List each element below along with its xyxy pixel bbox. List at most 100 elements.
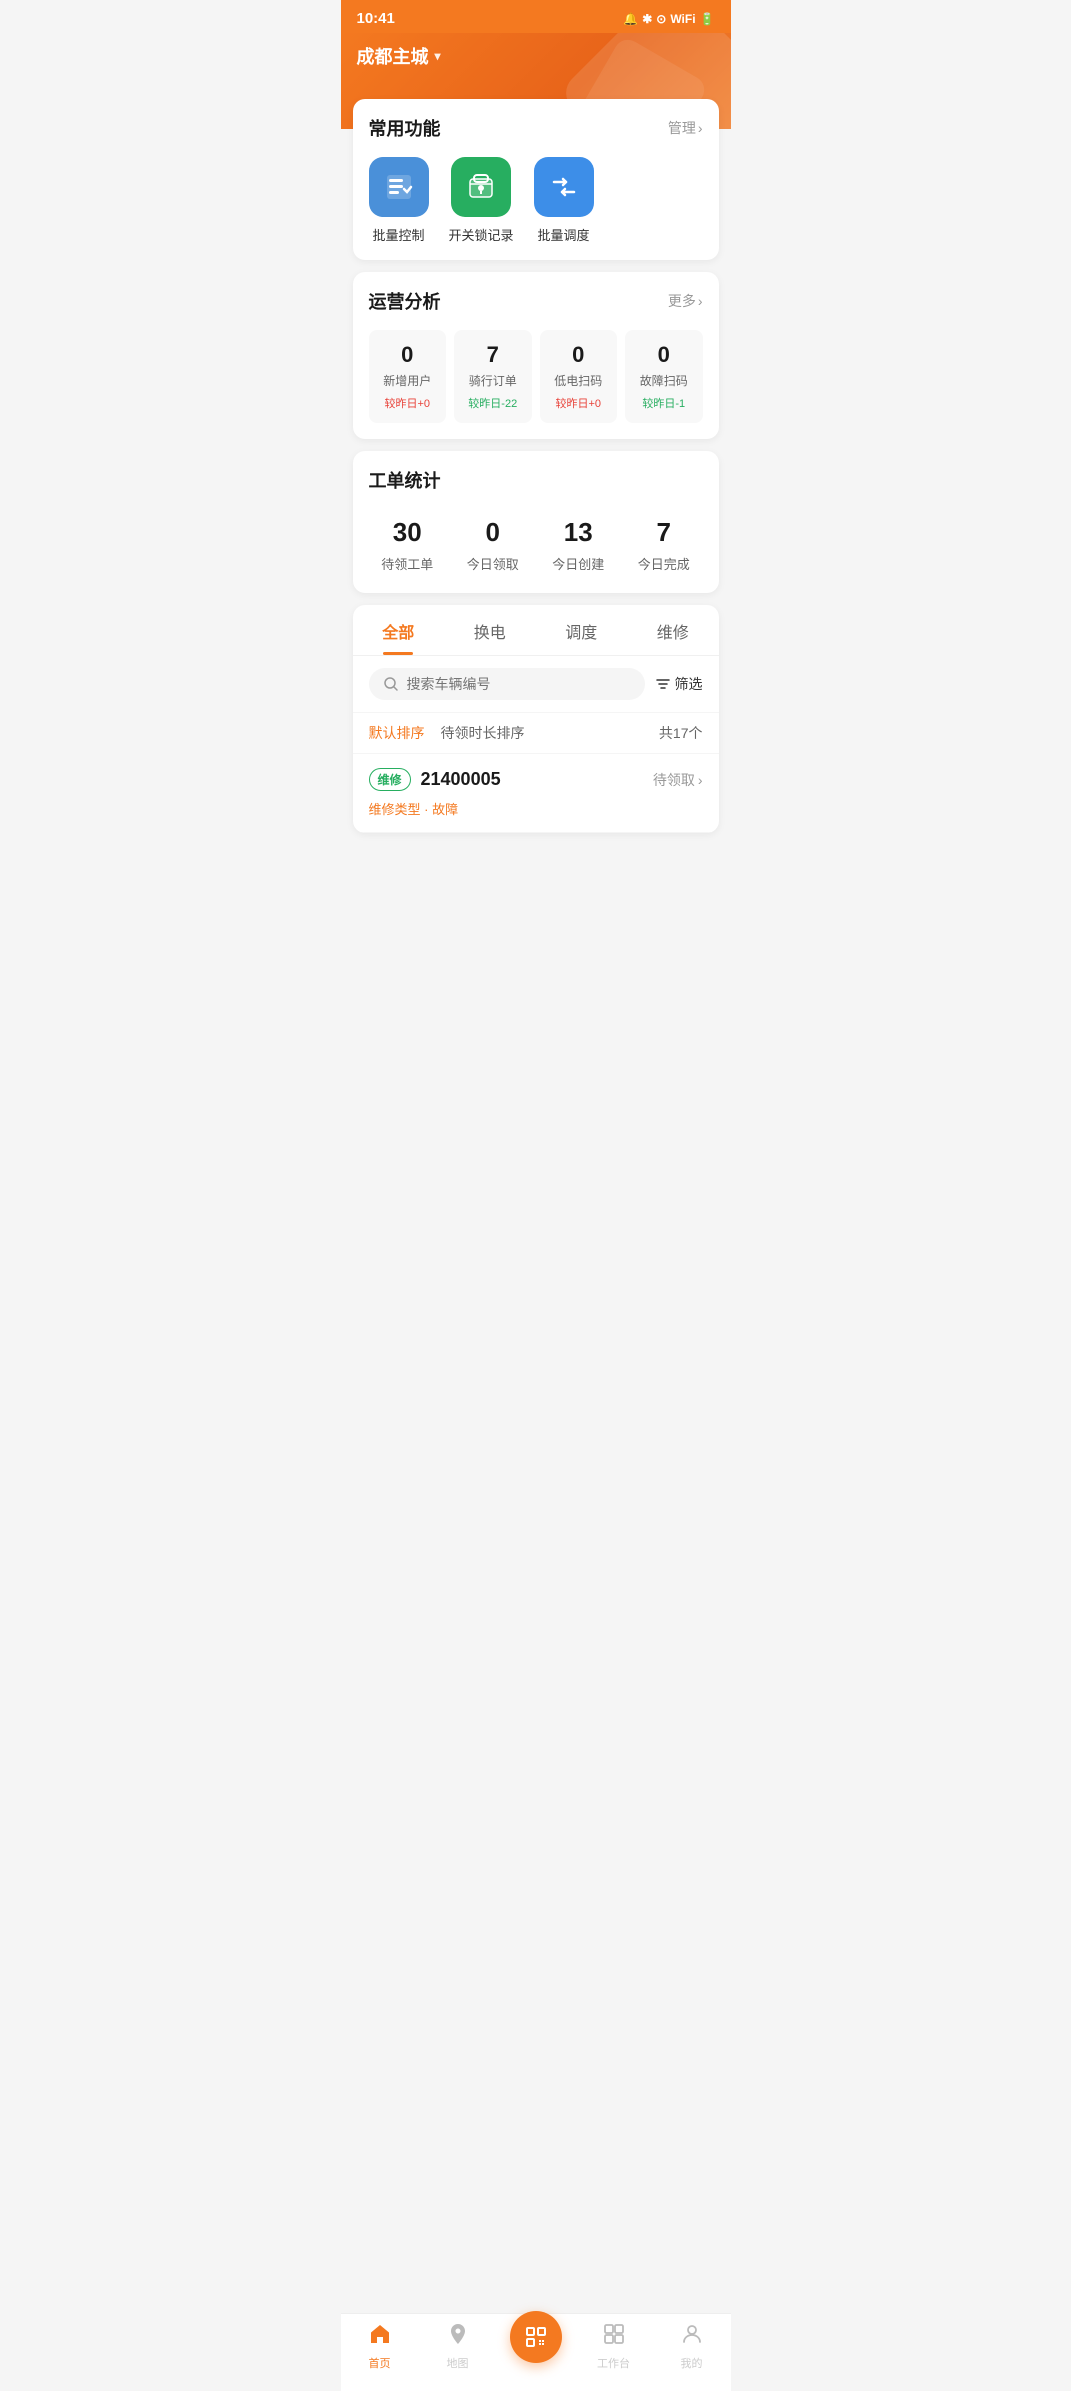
status-bar: 10:41 🔔 ✱ ⊙ WiFi 🔋 [341, 0, 731, 33]
work-order-stats-card: 工单统计 30 待领工单 0 今日领取 13 今日创建 7 今日完成 [353, 451, 719, 593]
wo-id: 21400005 [421, 769, 501, 790]
ops-more-button[interactable]: 更多 › [668, 291, 703, 311]
tab-battery[interactable]: 换电 [444, 605, 536, 655]
wo-today-received-label: 今日领取 [454, 554, 532, 573]
stat-low-battery-scan[interactable]: 0 低电扫码 较昨日+0 [540, 330, 618, 423]
nav-map-label: 地图 [447, 2355, 469, 2371]
stat-new-users-value: 0 [377, 342, 439, 368]
work-order-list-section: 全部 换电 调度 维修 筛选 [353, 605, 719, 833]
wo-pending-value: 30 [369, 517, 447, 548]
ops-title: 运营分析 [369, 288, 441, 314]
stat-low-battery-label: 低电扫码 [548, 372, 610, 389]
batch-dispatch-label: 批量调度 [538, 225, 590, 244]
wo-status: 待领取 › [653, 770, 703, 790]
func-grid: 批量控制 开关锁记录 [369, 157, 703, 244]
nav-mine[interactable]: 我的 [653, 2322, 731, 2371]
nav-mine-label: 我的 [681, 2355, 703, 2371]
wo-item-left: 维修 21400005 [369, 768, 501, 791]
wo-detail-value: 故障 [432, 802, 458, 817]
func-item-lock-record[interactable]: 开关锁记录 [449, 157, 514, 244]
wo-badge: 维修 [369, 768, 411, 791]
scan-button[interactable] [510, 2311, 562, 2363]
stat-low-battery-value: 0 [548, 342, 610, 368]
common-functions-card: 常用功能 管理 › 批量控制 [353, 99, 719, 260]
func-item-batch-control[interactable]: 批量控制 [369, 157, 429, 244]
stat-low-battery-change: 较昨日+0 [548, 395, 610, 411]
tabs-row: 全部 换电 调度 维修 [353, 605, 719, 656]
search-input-wrap[interactable] [369, 668, 645, 700]
ops-header: 运营分析 更多 › [369, 288, 703, 314]
common-functions-title: 常用功能 [369, 115, 441, 141]
manage-button[interactable]: 管理 › [668, 118, 703, 138]
search-icon [383, 676, 399, 692]
wo-detail: 维修类型 · 故障 [369, 799, 703, 818]
wo-today-received-value: 0 [454, 517, 532, 548]
operations-analysis-card: 运营分析 更多 › 0 新增用户 较昨日+0 7 骑行订单 较昨日-22 0 低… [353, 272, 719, 439]
wo-stats-title: 工单统计 [369, 467, 441, 493]
nav-workbench[interactable]: 工作台 [575, 2322, 653, 2371]
stat-riding-orders[interactable]: 7 骑行订单 较昨日-22 [454, 330, 532, 423]
location-icon: ⊙ [656, 12, 666, 26]
filter-button[interactable]: 筛选 [655, 674, 703, 694]
wo-today-done-label: 今日完成 [625, 554, 703, 573]
workbench-icon [602, 2322, 626, 2352]
wo-today-created-label: 今日创建 [540, 554, 618, 573]
nav-scan[interactable] [497, 2331, 575, 2363]
batch-dispatch-icon [534, 157, 594, 217]
wo-today-created[interactable]: 13 今日创建 [540, 517, 618, 573]
work-order-item[interactable]: 维修 21400005 待领取 › 维修类型 · 故障 [353, 754, 719, 833]
stat-fault-scan-change: 较昨日-1 [633, 395, 695, 411]
map-icon [446, 2322, 470, 2352]
nav-home-label: 首页 [369, 2355, 391, 2371]
stat-riding-orders-value: 7 [462, 342, 524, 368]
nav-map[interactable]: 地图 [419, 2322, 497, 2371]
stat-fault-scan-value: 0 [633, 342, 695, 368]
wifi-icon: WiFi [670, 12, 695, 26]
stat-riding-orders-change: 较昨日-22 [462, 395, 524, 411]
sort-default-button[interactable]: 默认排序 [369, 723, 425, 743]
tab-all[interactable]: 全部 [353, 605, 445, 655]
nav-home[interactable]: 首页 [341, 2322, 419, 2371]
func-item-batch-dispatch[interactable]: 批量调度 [534, 157, 594, 244]
wo-status-text: 待领取 [653, 770, 695, 790]
sort-row: 默认排序 待领时长排序 共17个 [353, 713, 719, 754]
bluetooth-icon: ✱ [642, 12, 652, 26]
location-row[interactable]: 成都主城 ▾ [357, 43, 715, 69]
search-input[interactable] [407, 676, 631, 692]
wo-today-done[interactable]: 7 今日完成 [625, 517, 703, 573]
filter-label: 筛选 [675, 674, 703, 694]
filter-icon [655, 676, 671, 692]
sort-wait-button[interactable]: 待领时长排序 [441, 723, 525, 743]
bottom-nav: 首页 地图 [341, 2313, 731, 2391]
common-functions-header: 常用功能 管理 › [369, 115, 703, 141]
wo-pending-label: 待领工单 [369, 554, 447, 573]
status-icons: 🔔 ✱ ⊙ WiFi 🔋 [623, 12, 714, 26]
batch-control-label: 批量控制 [372, 225, 424, 244]
nav-workbench-label: 工作台 [597, 2355, 630, 2371]
stat-new-users[interactable]: 0 新增用户 较昨日+0 [369, 330, 447, 423]
lock-record-icon [451, 157, 511, 217]
batch-control-icon [369, 157, 429, 217]
lock-record-label: 开关锁记录 [449, 225, 514, 244]
bell-icon: 🔔 [623, 12, 638, 26]
wo-today-created-value: 13 [540, 517, 618, 548]
stat-new-users-label: 新增用户 [377, 372, 439, 389]
home-icon [368, 2322, 392, 2352]
sort-count: 共17个 [659, 723, 703, 743]
stat-fault-scan-label: 故障扫码 [633, 372, 695, 389]
search-bar: 筛选 [353, 656, 719, 713]
wo-status-chevron: › [698, 772, 703, 788]
wo-item-header: 维修 21400005 待领取 › [369, 768, 703, 791]
wo-stats-header: 工单统计 [369, 467, 703, 493]
status-time: 10:41 [357, 10, 395, 27]
wo-today-done-value: 7 [625, 517, 703, 548]
stat-fault-scan[interactable]: 0 故障扫码 较昨日-1 [625, 330, 703, 423]
wo-detail-label: 维修类型 · [369, 802, 433, 817]
wo-today-received[interactable]: 0 今日领取 [454, 517, 532, 573]
location-text: 成都主城 [357, 43, 429, 69]
battery-icon: 🔋 [700, 12, 715, 26]
wo-pending[interactable]: 30 待领工单 [369, 517, 447, 573]
tab-repair[interactable]: 维修 [627, 605, 719, 655]
tab-dispatch[interactable]: 调度 [536, 605, 628, 655]
ops-stats-grid: 0 新增用户 较昨日+0 7 骑行订单 较昨日-22 0 低电扫码 较昨日+0 … [369, 330, 703, 423]
